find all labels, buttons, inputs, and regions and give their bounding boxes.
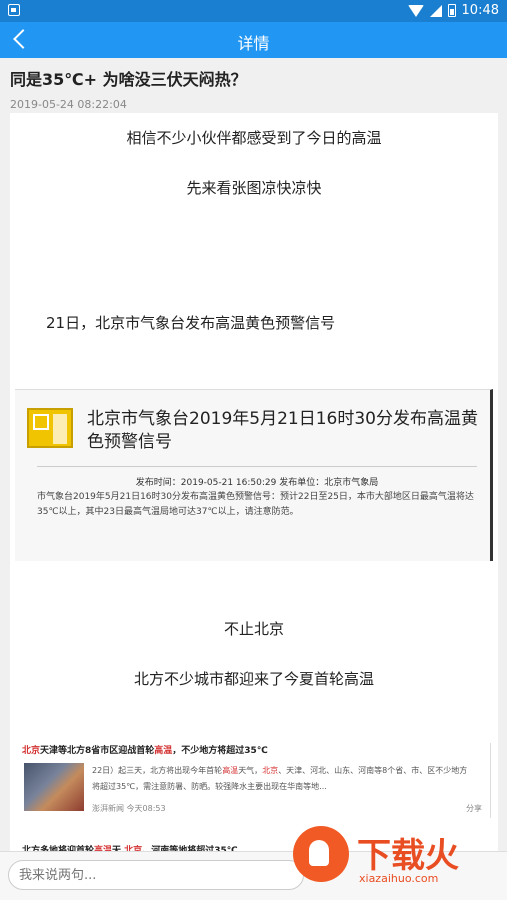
status-bar: 10:48 [0, 0, 507, 22]
battery-icon [447, 4, 456, 17]
status-icons: 10:48 [407, 3, 499, 18]
paragraph-look: 先来看张图凉快凉快 [186, 179, 322, 197]
watermark: 下载火 xiazaihuo.com [293, 826, 503, 896]
paragraph-north-cities: 北方不少城市都迎来了今夏首轮高温 [133, 670, 374, 688]
news-thumbnail [24, 763, 84, 811]
page-title: 详情 [237, 34, 270, 53]
signal-icon [429, 4, 442, 17]
news-source: 澎湃新闻 今天08:53 [92, 804, 166, 813]
paragraph-not-only: 不止北京 [223, 620, 284, 638]
article-title: 同是35℃+ 为啥没三伏天闷热？ [10, 70, 247, 89]
comment-input[interactable] [8, 860, 304, 890]
alert-headline: 北京市气象台2019年5月21日16时30分发布高温黄色预警信号 [87, 409, 478, 452]
watermark-brand: 下载火 [357, 836, 459, 876]
status-time: 10:48 [461, 3, 499, 18]
alert-image[interactable]: 北京市气象台2019年5月21日16时30分发布高温黄色预警信号 发布时间：20… [15, 389, 493, 561]
paragraph-beijing-alert: 21日，北京市气象台发布高温黄色预警信号 [46, 314, 336, 332]
watermark-domain: xiazaihuo.com [359, 872, 439, 885]
news-summary: 22日）起三天，北方将出现今年首轮高温天气，北京、天津、河北、山东、河南等8个省… [92, 766, 468, 791]
news-screenshot-1[interactable]: 北京天津等北方8省市区迎战首轮高温，不少地方将超过35℃ 22日）起三天，北方将… [22, 743, 491, 818]
app-header: 详情 [0, 22, 507, 58]
article-timestamp: 2019-05-24 08:22:04 [10, 98, 127, 111]
news-title: 北京天津等北方8省市区迎战首轮高温，不少地方将超过35℃ [22, 746, 268, 756]
notification-icon [8, 4, 20, 16]
news-share-button[interactable]: 分享 [466, 803, 482, 814]
wifi-icon [407, 4, 424, 17]
article-content[interactable]: 相信不少小伙伴都感受到了今日的高温 先来看张图凉快凉快 21日，北京市气象台发布… [10, 113, 498, 900]
alert-body: 市气象台2019年5月21日16时30分发布高温黄色预警信号：预计22日至25日… [37, 492, 474, 517]
heat-warning-icon [27, 408, 73, 448]
watermark-logo-icon [293, 826, 349, 882]
paragraph-intro: 相信不少小伙伴都感受到了今日的高温 [126, 129, 382, 147]
alert-meta: 发布时间：2019-05-21 16:50:29 发布单位：北京市气象局 [37, 466, 477, 488]
